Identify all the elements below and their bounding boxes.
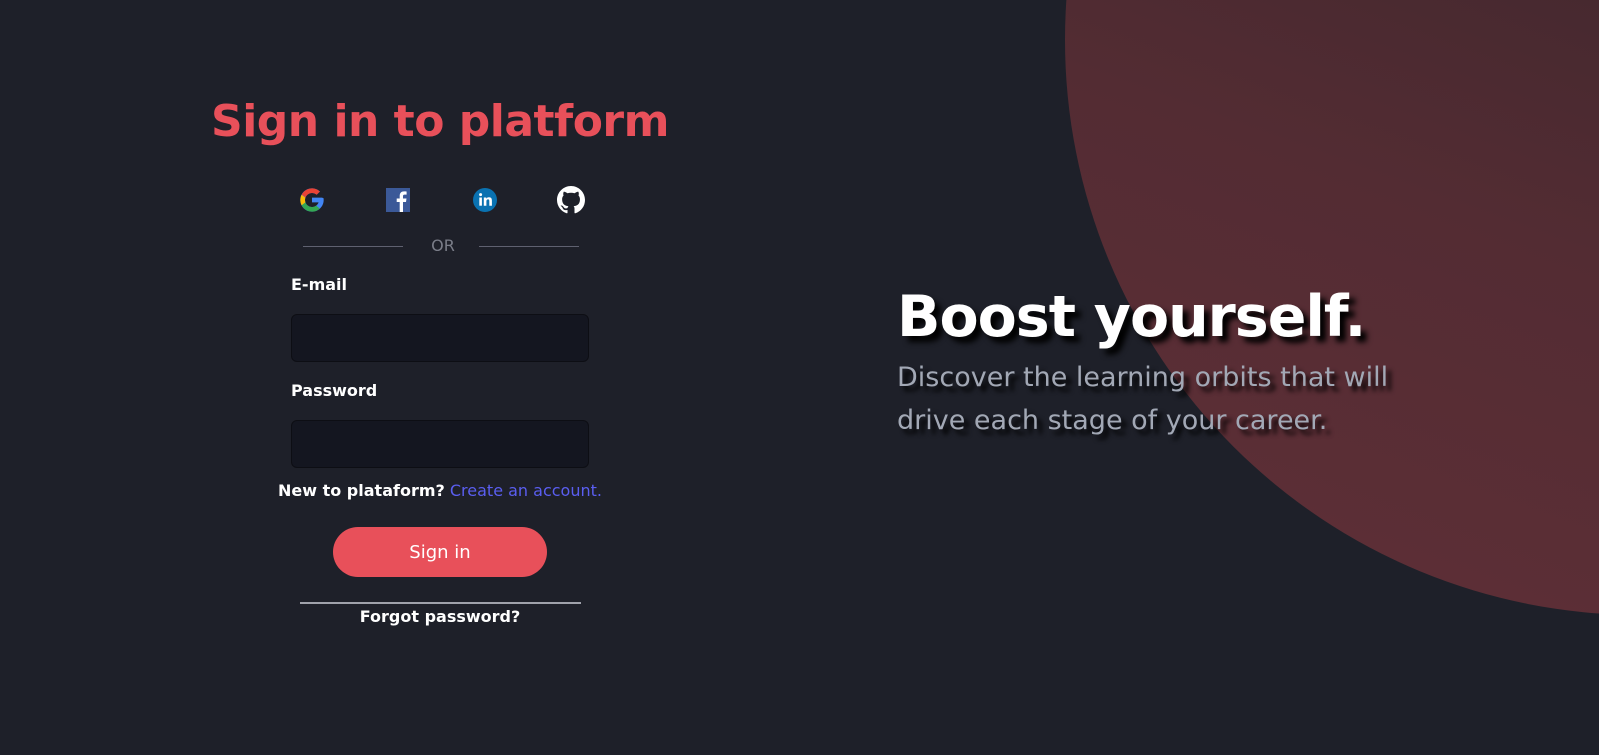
divider-text: OR xyxy=(431,236,455,255)
forgot-password-link[interactable]: Forgot password? xyxy=(200,607,680,626)
new-account-line: New to plataform? Create an account. xyxy=(200,481,680,500)
facebook-login-button[interactable] xyxy=(384,186,412,214)
github-login-button[interactable] xyxy=(557,186,585,214)
linkedin-icon xyxy=(473,188,497,212)
password-label: Password xyxy=(291,381,378,400)
signin-panel: Sign in to platform OR E-mail Password N… xyxy=(200,0,680,755)
or-divider: OR xyxy=(303,236,583,256)
signin-title: Sign in to platform xyxy=(211,96,669,147)
divider-line-left xyxy=(303,246,403,247)
page: Sign in to platform OR E-mail Password N… xyxy=(0,0,1599,755)
google-login-button[interactable] xyxy=(298,186,326,214)
email-field[interactable] xyxy=(291,314,589,362)
github-icon xyxy=(557,186,585,214)
hero-subtitle: Discover the learning orbits that will d… xyxy=(897,362,1389,436)
google-icon xyxy=(300,188,324,212)
email-label: E-mail xyxy=(291,275,348,294)
social-login-row xyxy=(298,186,598,216)
divider-line-right xyxy=(479,246,579,247)
linkedin-login-button[interactable] xyxy=(471,186,499,214)
create-account-link[interactable]: Create an account. xyxy=(450,481,602,500)
sign-in-button[interactable]: Sign in xyxy=(333,527,547,577)
facebook-icon xyxy=(386,188,410,212)
forgot-divider xyxy=(300,602,581,604)
new-account-question: New to plataform? xyxy=(278,481,445,500)
hero-title: Boost yourself. xyxy=(897,284,1366,350)
hero-section: Boost yourself. Discover the learning or… xyxy=(897,282,1517,442)
password-field[interactable] xyxy=(291,420,589,468)
